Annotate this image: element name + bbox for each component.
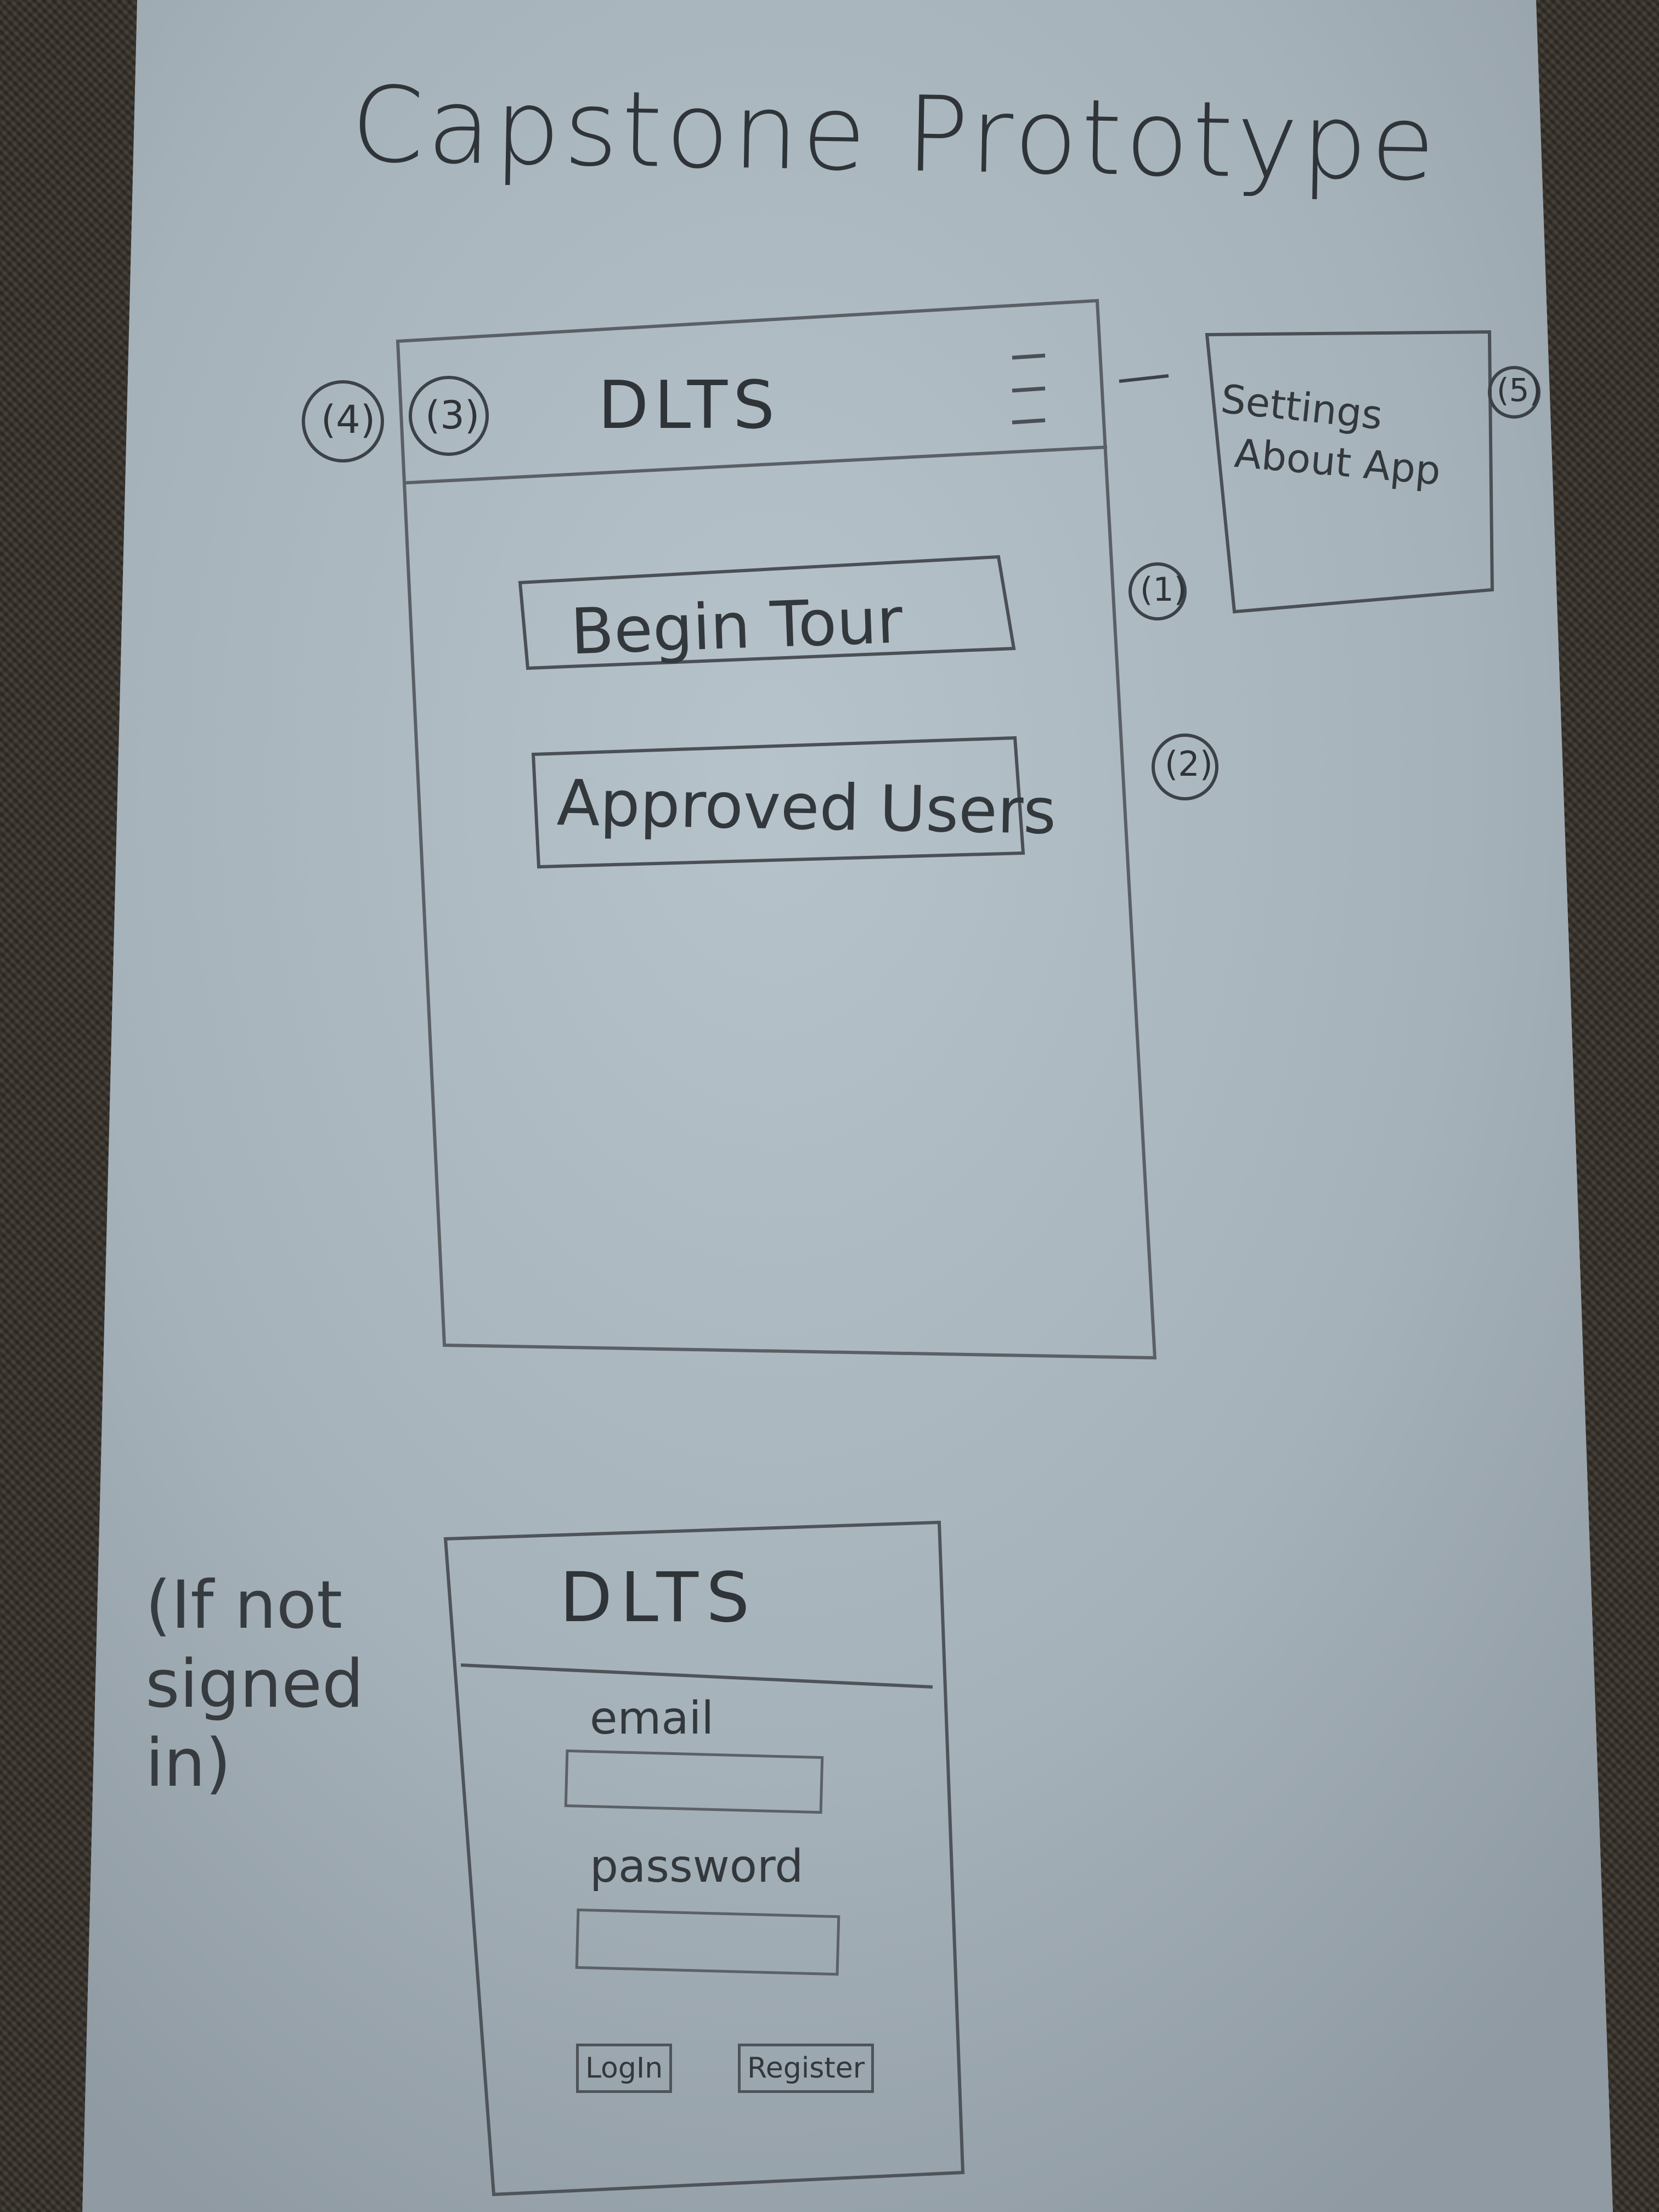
not-signed-in-note: (If not signed in) (145, 1567, 364, 1802)
section-1-number: (1) (1140, 571, 1187, 609)
email-field[interactable] (564, 1749, 824, 1814)
login-app-title: DLTS (560, 1558, 758, 1638)
page-title: Capstone Prototype (350, 64, 1440, 205)
paper-sheet: Capstone Prototype (4) (3) DLTS Settings… (0, 0, 1659, 2212)
register-button[interactable]: Register (738, 2044, 874, 2093)
sketch-drawing (82, 0, 1613, 2212)
begin-tour-button[interactable]: Begin Tour (569, 584, 904, 669)
profile-icon[interactable]: (3) (425, 396, 479, 435)
section-5-number: (5) (1497, 371, 1542, 409)
login-button[interactable]: LogIn (576, 2044, 673, 2093)
section-2-number: (2) (1165, 744, 1213, 784)
home-app-title: DLTS (598, 368, 781, 444)
approved-users-button[interactable]: Approved Users (556, 766, 1057, 849)
password-label: password (590, 1841, 804, 1893)
password-field[interactable] (575, 1908, 840, 1976)
email-label: email (590, 1692, 714, 1745)
section-4-number: (4) (321, 397, 376, 442)
